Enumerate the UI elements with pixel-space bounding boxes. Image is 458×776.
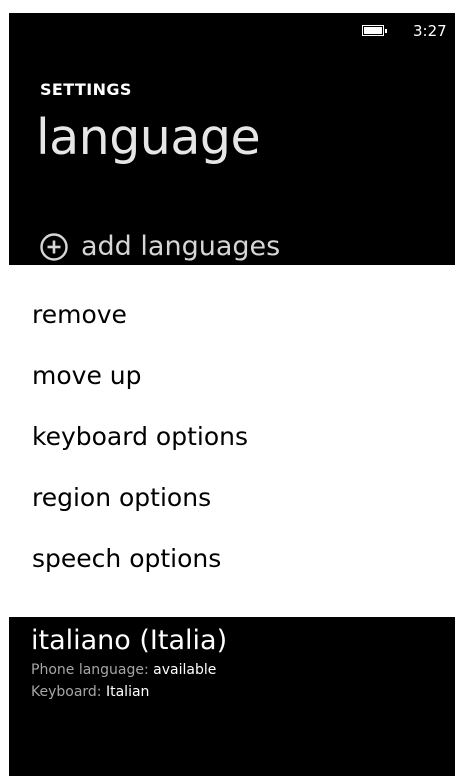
menu-item-move-up[interactable]: move up [32,358,142,394]
phone-language-label: Phone language: [31,662,149,678]
menu-item-speech-options[interactable]: speech options [32,541,221,577]
language-entry[interactable]: italiano (Italia) Phone language: availa… [31,623,227,703]
battery-body [362,25,384,36]
keyboard-label: Keyboard: [31,684,102,700]
keyboard-detail: Keyboard: Italian [31,681,227,703]
add-languages-button[interactable]: add languages [40,226,280,268]
context-menu: remove move up keyboard options region o… [9,265,455,617]
menu-item-keyboard-options[interactable]: keyboard options [32,419,248,455]
language-name: italiano (Italia) [31,625,228,656]
app-title: SETTINGS [40,80,132,99]
clock: 3:27 [413,22,447,40]
menu-item-region-options[interactable]: region options [32,480,211,516]
battery-fill [364,27,382,34]
battery-icon [362,25,390,37]
plus-circle-icon [40,233,68,261]
keyboard-value: Italian [105,684,150,700]
phone-language-value: available [153,662,217,678]
phone-screen: 3:27 SETTINGS language add languages rem… [9,13,455,776]
page-title: language [36,109,261,166]
status-bar: 3:27 [9,13,455,45]
add-languages-label: add languages [81,231,281,262]
battery-tip [385,29,387,33]
menu-item-remove[interactable]: remove [32,297,127,333]
phone-language-detail: Phone language: available [31,659,227,681]
